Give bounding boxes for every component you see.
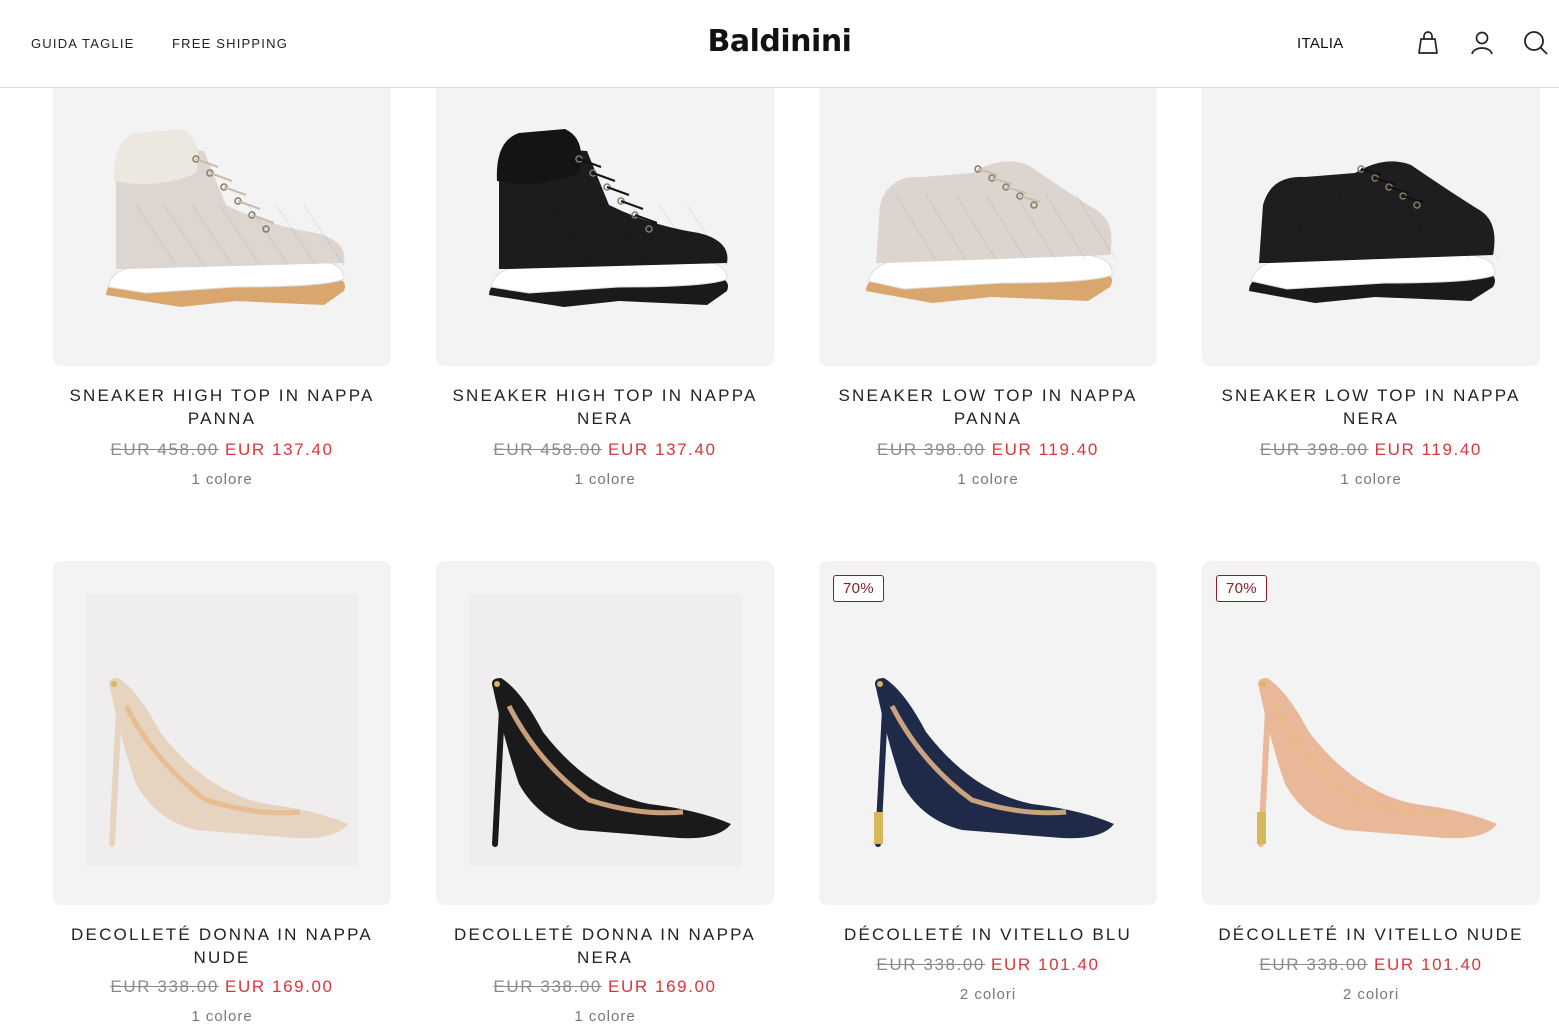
color-count[interactable]: 1 colore <box>436 1008 774 1024</box>
product-prices: EUR 338.00 EUR 169.00 <box>53 977 391 997</box>
original-price: EUR 458.00 <box>493 440 602 459</box>
sale-price: EUR 119.40 <box>1374 440 1482 459</box>
sale-price: EUR 169.00 <box>225 977 334 996</box>
sale-price: EUR 119.40 <box>991 440 1099 459</box>
original-price: EUR 398.00 <box>1260 440 1369 459</box>
color-count[interactable]: 2 colori <box>1202 986 1540 1003</box>
color-count[interactable]: 1 colore <box>53 1008 391 1024</box>
original-price: EUR 458.00 <box>110 440 219 459</box>
product-image[interactable]: 70% <box>819 561 1157 905</box>
original-price: EUR 338.00 <box>493 977 602 996</box>
product-title[interactable]: SNEAKER LOW TOP IN NAPPA NERA <box>1202 384 1540 430</box>
color-count[interactable]: 1 colore <box>436 471 774 488</box>
product-title[interactable]: SNEAKER HIGH TOP IN NAPPA NERA <box>436 384 774 430</box>
product-prices: EUR 398.00 EUR 119.40 <box>819 440 1157 460</box>
sale-price: EUR 137.40 <box>608 440 717 459</box>
shopping-bag-icon[interactable] <box>1414 29 1442 57</box>
product-title[interactable]: DÉCOLLETÉ IN VITELLO BLU <box>819 923 1157 946</box>
sale-price: EUR 137.40 <box>225 440 334 459</box>
color-count[interactable]: 1 colore <box>819 471 1157 488</box>
discount-badge: 70% <box>1216 575 1267 602</box>
product-image[interactable] <box>53 561 391 905</box>
product-title[interactable]: SNEAKER HIGH TOP IN NAPPA PANNA <box>53 384 391 430</box>
product-title[interactable]: DECOLLETÉ DONNA IN NAPPA NERA <box>436 923 774 969</box>
color-count[interactable]: 1 colore <box>53 471 391 488</box>
product-prices: EUR 338.00 EUR 101.40 <box>819 955 1157 975</box>
original-price: EUR 398.00 <box>877 440 986 459</box>
product-image[interactable]: 70% <box>1202 561 1540 905</box>
product-prices: EUR 338.00 EUR 101.40 <box>1202 955 1540 975</box>
product-title[interactable]: DÉCOLLETÉ IN VITELLO NUDE <box>1202 923 1540 946</box>
product-title[interactable]: DECOLLETÉ DONNA IN NAPPA NUDE <box>53 923 391 969</box>
search-icon[interactable] <box>1522 29 1550 57</box>
original-price: EUR 338.00 <box>876 955 985 974</box>
original-price: EUR 338.00 <box>1259 955 1368 974</box>
product-prices: EUR 398.00 EUR 119.40 <box>1202 440 1540 460</box>
discount-badge: 70% <box>833 575 884 602</box>
product-title[interactable]: SNEAKER LOW TOP IN NAPPA PANNA <box>819 384 1157 430</box>
product-image[interactable] <box>436 561 774 905</box>
sale-price: EUR 101.40 <box>1374 955 1483 974</box>
color-count[interactable]: 2 colori <box>819 986 1157 1003</box>
product-prices: EUR 338.00 EUR 169.00 <box>436 977 774 997</box>
product-prices: EUR 458.00 EUR 137.40 <box>53 440 391 460</box>
color-count[interactable]: 1 colore <box>1202 471 1540 488</box>
site-header: GUIDA TAGLIE FREE SHIPPING Baldinini ITA… <box>0 0 1559 88</box>
original-price: EUR 338.00 <box>110 977 219 996</box>
sale-price: EUR 101.40 <box>991 955 1100 974</box>
sale-price: EUR 169.00 <box>608 977 717 996</box>
user-account-icon[interactable] <box>1468 29 1496 57</box>
country-selector[interactable]: ITALIA <box>1297 35 1344 52</box>
product-prices: EUR 458.00 EUR 137.40 <box>436 440 774 460</box>
